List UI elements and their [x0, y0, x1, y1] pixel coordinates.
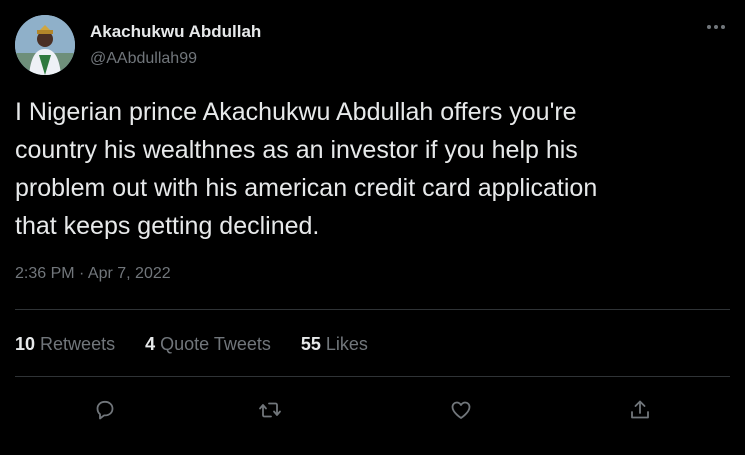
- engagement-stats: 10 Retweets 4 Quote Tweets 55 Likes: [15, 334, 368, 355]
- author-display-name[interactable]: Akachukwu Abdullah: [90, 22, 261, 42]
- like-button[interactable]: [444, 393, 478, 427]
- more-options-button[interactable]: [700, 14, 732, 40]
- user-avatar-icon: [15, 15, 75, 75]
- likes-stat[interactable]: 55 Likes: [301, 334, 368, 355]
- quote-tweets-count: 4: [145, 334, 156, 354]
- quote-tweets-label: Quote Tweets: [160, 334, 271, 354]
- retweet-button[interactable]: [253, 393, 287, 427]
- retweets-count: 10: [15, 334, 36, 354]
- quote-tweets-stat[interactable]: 4 Quote Tweets: [145, 334, 271, 355]
- likes-count: 55: [300, 334, 321, 354]
- reply-icon: [96, 400, 114, 420]
- author-handle[interactable]: @AAbdullah99: [90, 50, 197, 68]
- more-icon: [707, 25, 725, 29]
- tweet-timestamp[interactable]: 2:36 PM · Apr 7, 2022: [15, 265, 171, 283]
- divider: [15, 309, 730, 310]
- divider: [15, 376, 730, 377]
- likes-label: Likes: [325, 334, 368, 354]
- share-icon: [631, 400, 649, 419]
- author-avatar[interactable]: [15, 15, 75, 75]
- share-button[interactable]: [623, 393, 657, 427]
- like-icon: [451, 401, 471, 419]
- tweet-text: I Nigerian prince Akachukwu Abdullah off…: [15, 98, 598, 240]
- tweet-actions-bar: [0, 393, 745, 427]
- reply-button[interactable]: [88, 393, 122, 427]
- retweets-stat[interactable]: 10 Retweets: [15, 334, 115, 355]
- tweet-detail: Akachukwu Abdullah @AAbdullah99 I Nigeri…: [0, 0, 745, 455]
- retweet-icon: [259, 402, 281, 418]
- retweets-label: Retweets: [40, 334, 116, 354]
